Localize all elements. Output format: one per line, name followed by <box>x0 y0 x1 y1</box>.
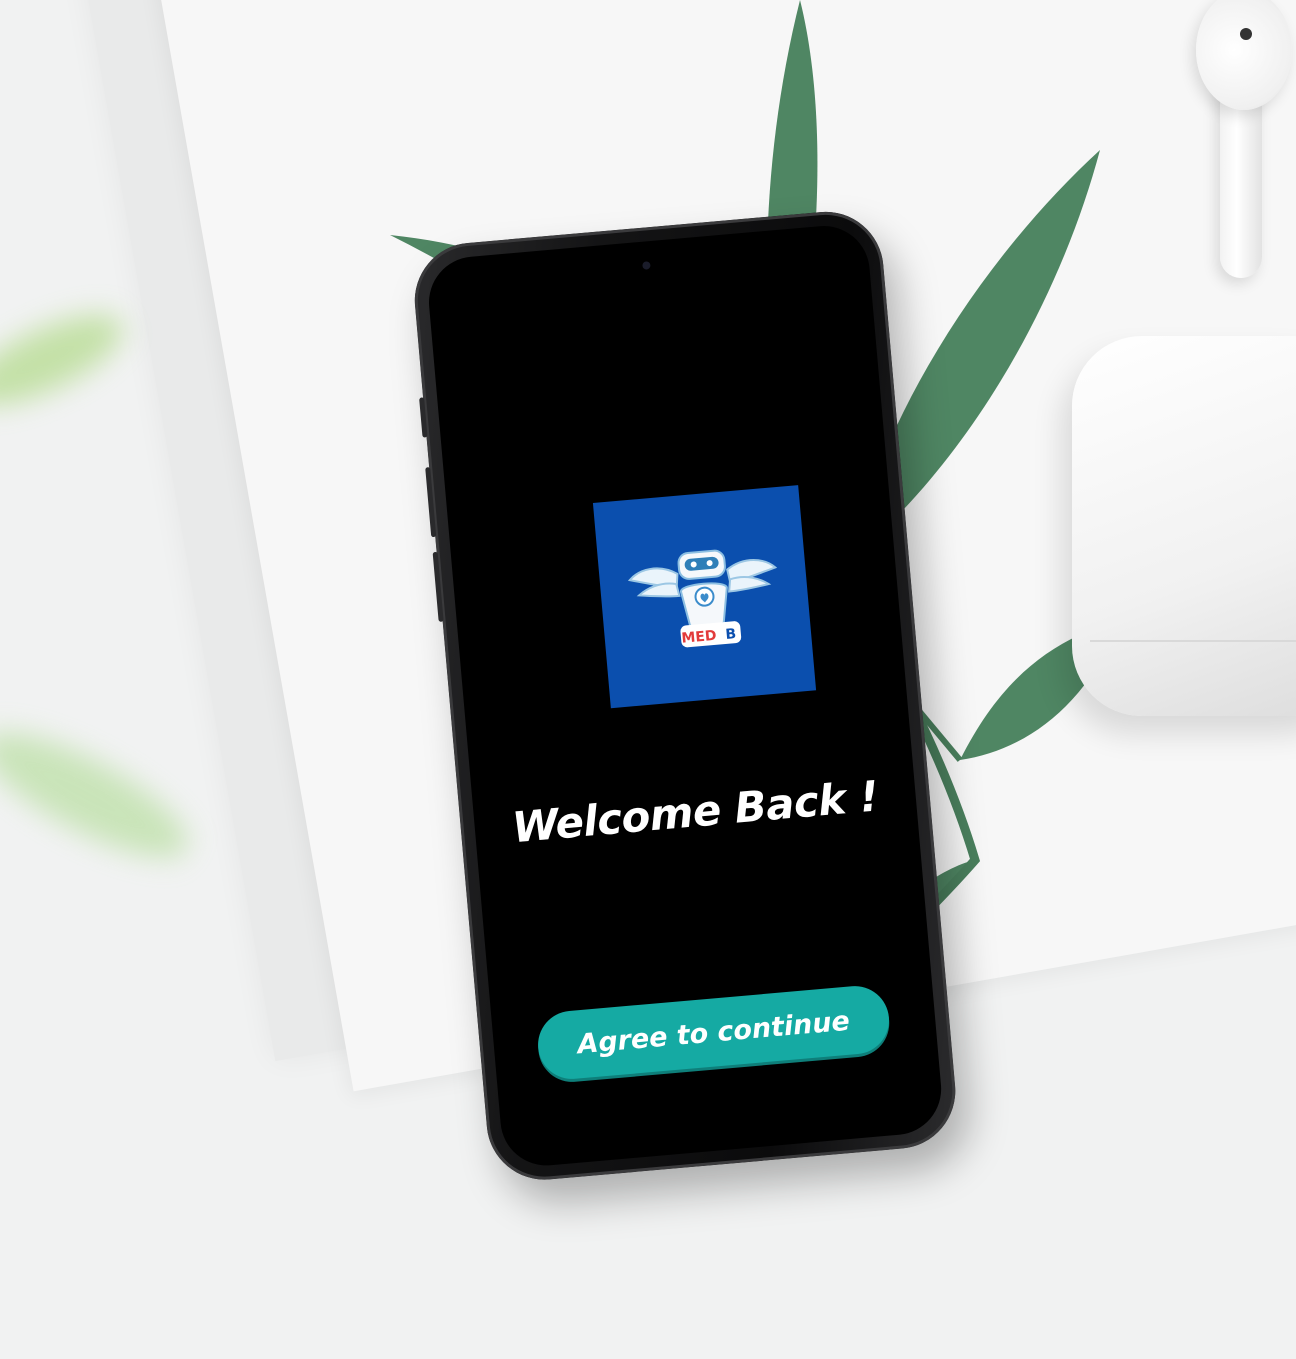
welcome-title: Welcome Back ! <box>510 771 881 853</box>
robot-angel-icon: MED B <box>627 549 778 648</box>
airpod-mic-grille <box>1240 28 1252 40</box>
logo-text-b: B <box>725 626 737 643</box>
app-logo: MED B <box>592 485 817 709</box>
airpods-case-seam <box>1090 640 1296 642</box>
app-screen: MED B Welcome Back ! Agree to continue <box>425 222 945 1170</box>
phone-device: MED B Welcome Back ! Agree to continue <box>410 207 961 1185</box>
front-camera <box>642 261 651 270</box>
product-mockup-scene: MED B Welcome Back ! Agree to continue <box>0 0 1296 1359</box>
logo-text-med: MED <box>681 628 717 647</box>
airpods-case <box>1072 336 1296 716</box>
agree-to-continue-button[interactable]: Agree to continue <box>535 983 892 1082</box>
